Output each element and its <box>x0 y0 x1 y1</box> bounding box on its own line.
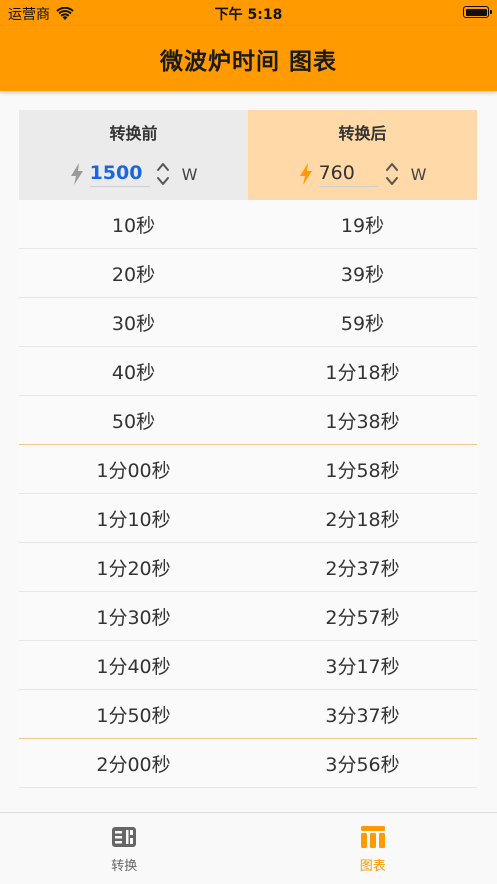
page-title: 微波炉时间 图表 <box>160 42 337 76</box>
before-time-cell: 1分40秒 <box>19 641 248 689</box>
after-power-field[interactable]: 760 <box>319 162 379 187</box>
before-label: 转换前 <box>109 120 157 144</box>
tab-converter[interactable]: 转换 <box>0 813 249 884</box>
table-row: 1分40秒 3分17秒 <box>19 641 477 690</box>
after-time-cell: 3分17秒 <box>248 641 477 689</box>
after-time-cell: 2分57秒 <box>248 592 477 640</box>
table-row: 1分10秒 2分18秒 <box>19 494 477 543</box>
tab-chart[interactable]: 图表 <box>249 813 497 884</box>
before-header: 转换前 1500 W <box>19 110 248 200</box>
table-row: 50秒 1分38秒 <box>19 396 477 445</box>
before-unit-label: W <box>182 165 198 184</box>
table-row: 30秒 59秒 <box>19 298 477 347</box>
before-power-field[interactable]: 1500 <box>90 162 150 187</box>
after-time-cell: 1分18秒 <box>248 347 477 395</box>
tab-bar: 转换 图表 <box>0 812 497 884</box>
status-time: 下午 5:18 <box>0 4 497 24</box>
after-unit-label: W <box>411 165 427 184</box>
tab-chart-label: 图表 <box>360 855 386 874</box>
before-time-cell: 1分20秒 <box>19 543 248 591</box>
chart-table-icon <box>360 825 386 849</box>
after-power-input-group: 760 W <box>299 158 427 190</box>
after-time-cell: 1分58秒 <box>248 445 477 493</box>
table-row: 10秒 19秒 <box>19 200 477 249</box>
after-label: 转换后 <box>338 120 386 144</box>
converter-icon <box>111 825 137 849</box>
before-time-cell: 1分10秒 <box>19 494 248 542</box>
before-time-cell: 40秒 <box>19 347 248 395</box>
navigation-bar: 微波炉时间 图表 <box>0 26 497 91</box>
tab-converter-label: 转换 <box>111 855 137 874</box>
bolt-icon <box>299 163 313 185</box>
after-time-cell: 3分56秒 <box>248 739 477 787</box>
after-time-cell: 19秒 <box>248 200 477 248</box>
table-header: 转换前 1500 W 转换后 760 <box>19 110 477 200</box>
table-row: 1分00秒 1分58秒 <box>19 445 477 494</box>
stepper-icon[interactable] <box>385 161 399 187</box>
after-time-cell: 39秒 <box>248 249 477 297</box>
status-bar: 运营商 下午 5:18 <box>0 0 497 26</box>
before-time-cell: 1分50秒 <box>19 690 248 738</box>
before-time-cell: 50秒 <box>19 396 248 444</box>
table-row: 2分00秒 3分56秒 <box>19 739 477 788</box>
before-time-cell: 2分00秒 <box>19 739 248 787</box>
after-time-cell: 1分38秒 <box>248 396 477 444</box>
before-time-cell: 1分00秒 <box>19 445 248 493</box>
before-time-cell: 10秒 <box>19 200 248 248</box>
after-header: 转换后 760 W <box>248 110 477 200</box>
table-row: 20秒 39秒 <box>19 249 477 298</box>
before-time-cell: 1分30秒 <box>19 592 248 640</box>
after-time-cell: 2分37秒 <box>248 543 477 591</box>
battery-icon <box>463 6 489 18</box>
stepper-icon[interactable] <box>156 161 170 187</box>
table-row: 40秒 1分18秒 <box>19 347 477 396</box>
bolt-icon <box>70 163 84 185</box>
conversion-table: 转换前 1500 W 转换后 760 <box>19 110 477 788</box>
before-time-cell: 30秒 <box>19 298 248 346</box>
before-power-input-group: 1500 W <box>70 158 198 190</box>
table-row: 1分50秒 3分37秒 <box>19 690 477 739</box>
after-time-cell: 59秒 <box>248 298 477 346</box>
after-time-cell: 2分18秒 <box>248 494 477 542</box>
table-row: 1分20秒 2分37秒 <box>19 543 477 592</box>
before-time-cell: 20秒 <box>19 249 248 297</box>
table-row: 1分30秒 2分57秒 <box>19 592 477 641</box>
after-time-cell: 3分37秒 <box>248 690 477 738</box>
